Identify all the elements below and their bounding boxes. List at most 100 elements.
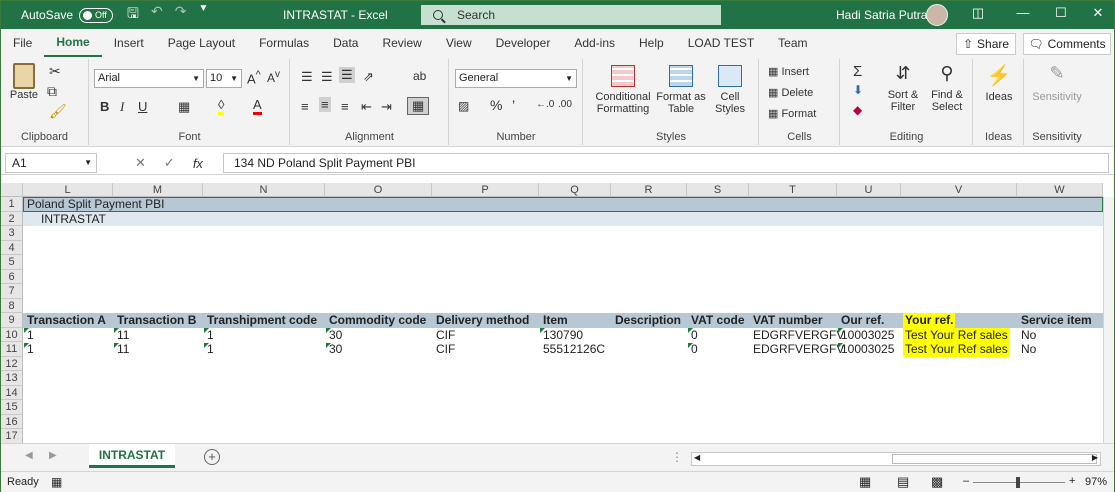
table-cell[interactable]: CIF [434, 342, 455, 357]
table-cell[interactable]: 130790 [541, 328, 583, 343]
table-cell[interactable]: EDGRFVERGFV [751, 328, 844, 343]
align-center-icon[interactable]: ≡ [319, 97, 331, 112]
user-name[interactable]: Hadi Satria Putra [836, 8, 927, 22]
header-cell[interactable]: Our ref. [839, 313, 884, 328]
zoom-slider-thumb[interactable] [1016, 477, 1020, 488]
borders-icon[interactable]: ▦ [178, 99, 190, 115]
grow-font-icon[interactable]: A^ [247, 69, 261, 86]
name-box[interactable]: A1 ▼ [5, 153, 97, 173]
cell-subtitle[interactable]: INTRASTAT [39, 212, 106, 227]
column-header-r[interactable]: R [611, 183, 687, 197]
cut-icon[interactable]: ✂ [49, 63, 61, 80]
row-header[interactable]: 16 [1, 414, 23, 429]
header-cell-highlighted[interactable]: Your ref. [903, 313, 956, 328]
row-header[interactable]: 12 [1, 356, 23, 371]
tab-insert[interactable]: Insert [102, 29, 156, 57]
column-header-m[interactable]: M [113, 183, 203, 197]
wrap-text-icon[interactable]: ab [413, 69, 426, 83]
column-header-s[interactable]: S [687, 183, 749, 197]
sort-filter-button[interactable]: ⇵ Sort & Filter [883, 63, 923, 113]
row-header[interactable]: 1 [1, 197, 23, 212]
next-sheet-icon[interactable]: ▶ [49, 450, 57, 461]
tab-team[interactable]: Team [766, 29, 819, 57]
header-cell[interactable]: Service item [1019, 313, 1092, 328]
header-cell[interactable]: Transaction B [115, 313, 196, 328]
delete-cells-button[interactable]: ▦ Delete [768, 86, 813, 99]
comments-button[interactable]: 🗨 Comments [1023, 33, 1111, 55]
autosum-icon[interactable]: Σ [853, 63, 862, 80]
format-painter-icon[interactable]: 🖌 [49, 103, 67, 120]
increase-decimal-icon[interactable]: ←.0 [536, 99, 554, 110]
tab-home[interactable]: Home [44, 29, 102, 57]
align-left-icon[interactable]: ≡ [301, 99, 309, 114]
sensitivity-button[interactable]: ✎ Sensitivity [1029, 63, 1085, 103]
header-cell[interactable]: VAT code [689, 313, 745, 328]
enter-icon[interactable]: ✓ [164, 155, 175, 171]
insert-cells-button[interactable]: ▦ Insert [768, 65, 809, 78]
column-header-w[interactable]: W [1017, 183, 1103, 197]
column-header-o[interactable]: O [325, 183, 432, 197]
maximize-icon[interactable]: ☐ [1046, 5, 1076, 21]
row-header[interactable]: 13 [1, 371, 23, 386]
fill-icon[interactable]: ⬇ [853, 83, 863, 97]
header-cell[interactable]: Description [613, 313, 681, 328]
share-button[interactable]: ⇧ Share [956, 33, 1016, 55]
row-header[interactable]: 5 [1, 255, 23, 270]
zoom-slider[interactable] [973, 477, 1065, 488]
column-header-n[interactable]: N [203, 183, 325, 197]
spreadsheet-grid[interactable]: L M N O P Q R S T U V W 1 2 3 4 5 6 7 8 … [1, 183, 1114, 443]
normal-view-icon[interactable]: ▦ [859, 474, 871, 490]
tab-help[interactable]: Help [627, 29, 676, 57]
row-header[interactable]: 14 [1, 385, 23, 400]
column-header-t[interactable]: T [749, 183, 837, 197]
save-icon[interactable]: 🖫 [127, 3, 139, 27]
ideas-button[interactable]: ⚡ Ideas [979, 63, 1019, 103]
autosave-toggle[interactable]: Off [79, 7, 114, 23]
row-header[interactable]: 8 [1, 298, 23, 313]
table-cell[interactable]: 55512126C [541, 342, 605, 357]
bold-button[interactable]: B [100, 99, 109, 114]
merge-center-icon[interactable]: ▦ [407, 97, 430, 115]
tab-file[interactable]: File [1, 29, 44, 57]
column-header-u[interactable]: U [837, 183, 901, 197]
row-header[interactable]: 9 [1, 313, 23, 328]
align-right-icon[interactable]: ≡ [341, 99, 349, 114]
scroll-thumb[interactable] [892, 454, 1097, 464]
select-all-corner[interactable] [1, 183, 23, 197]
table-cell[interactable]: 10003025 [839, 342, 894, 357]
zoom-in-icon[interactable]: + [1069, 475, 1075, 487]
header-cell[interactable]: VAT number [751, 313, 823, 328]
table-cell[interactable]: EDGRFVERGFV [751, 342, 844, 357]
decrease-decimal-icon[interactable]: .00 [558, 99, 572, 110]
find-select-button[interactable]: ⚲ Find & Select [925, 63, 969, 113]
column-header-p[interactable]: P [432, 183, 539, 197]
vertical-scrollbar[interactable] [1103, 197, 1114, 443]
paste-button[interactable]: Paste [9, 63, 39, 101]
number-format-select[interactable]: General ▼ [455, 69, 577, 88]
clear-icon[interactable]: ◆ [853, 103, 862, 117]
undo-icon[interactable]: ↶ [151, 3, 163, 27]
decrease-indent-icon[interactable]: ⇤ [361, 99, 372, 115]
customize-qat-icon[interactable]: ▼ [198, 3, 208, 27]
row-header[interactable]: 4 [1, 240, 23, 255]
tab-developer[interactable]: Developer [484, 29, 563, 57]
column-header-q[interactable]: Q [539, 183, 611, 197]
page-break-view-icon[interactable]: ▩ [931, 474, 943, 490]
align-middle-icon[interactable]: ☰ [321, 69, 333, 85]
font-name-select[interactable]: Arial ▼ [94, 69, 204, 88]
zoom-level[interactable]: 97% [1085, 476, 1107, 488]
page-layout-view-icon[interactable]: ▤ [897, 474, 909, 490]
cell-styles-button[interactable]: Cell Styles [708, 65, 752, 115]
add-sheet-button[interactable]: + [204, 449, 220, 465]
increase-indent-icon[interactable]: ⇥ [381, 99, 392, 115]
format-as-table-button[interactable]: Format as Table [656, 65, 706, 115]
tab-formulas[interactable]: Formulas [247, 29, 321, 57]
header-cell[interactable]: Delivery method [434, 313, 529, 328]
header-cell[interactable]: Item [541, 313, 568, 328]
close-icon[interactable]: ✕ [1083, 5, 1113, 21]
table-cell-highlighted[interactable]: Test Your Ref sales [903, 327, 1010, 342]
macro-record-icon[interactable]: ▦ [51, 475, 62, 489]
insert-function-icon[interactable]: fx [193, 156, 203, 171]
conditional-formatting-button[interactable]: Conditional Formatting [592, 65, 654, 115]
row-header[interactable]: 3 [1, 226, 23, 241]
